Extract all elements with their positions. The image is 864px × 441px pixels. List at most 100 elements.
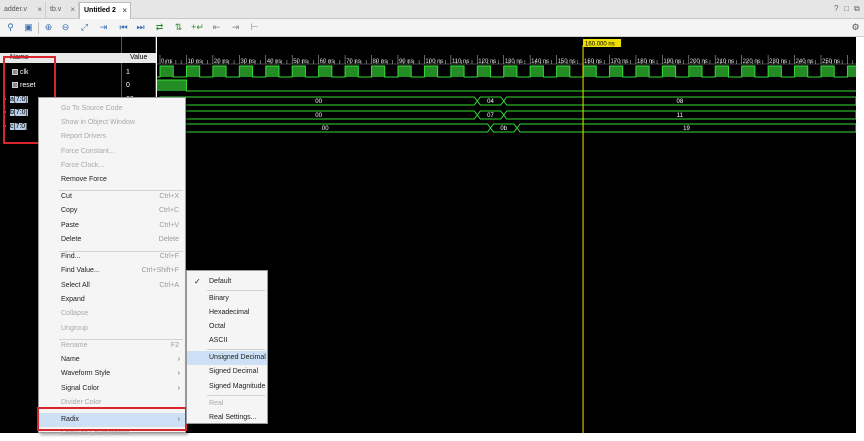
radix-item-real-settings[interactable]: Real Settings...	[187, 411, 267, 425]
menu-item-label: Copy	[61, 207, 78, 214]
ruler-tick-label: 40 ns	[267, 59, 282, 65]
menu-item-copy[interactable]: Copy Ctrl+C	[39, 204, 185, 218]
menu-item-expand[interactable]: Expand	[39, 293, 185, 307]
radix-item-hexadecimal[interactable]: Hexadecimal	[187, 306, 267, 320]
menu-item-label: Remove Force	[61, 176, 107, 183]
radix-item-label: Signed Decimal	[209, 368, 259, 375]
float-icon[interactable]: ⧉	[854, 4, 860, 14]
radix-item-default[interactable]: ✓ Default	[187, 275, 267, 289]
clk-high-fill	[371, 66, 385, 77]
ruler-tick-label: 250 ns	[822, 59, 840, 65]
radix-item-signed-magnitude[interactable]: Signed Magnitude	[187, 380, 267, 394]
radix-item-real: Real	[187, 397, 267, 411]
clk-high-fill	[239, 66, 253, 77]
menu-item-force-clock: Force Clock...	[39, 159, 185, 173]
tab-tb-v[interactable]: tb.v ×	[46, 2, 79, 19]
radix-item-unsigned-decimal[interactable]: Unsigned Decimal	[187, 351, 267, 365]
close-icon[interactable]: ×	[37, 2, 42, 17]
zoom-fit-icon[interactable]: ⤢	[78, 21, 91, 34]
clk-high-fill	[212, 66, 227, 77]
menu-item-remove-force[interactable]: Remove Force	[39, 173, 185, 187]
menu-item-label: Select All	[61, 282, 90, 289]
prev-transition-icon[interactable]: ⇤	[210, 21, 223, 34]
radix-item-ascii[interactable]: ASCII	[187, 334, 267, 348]
menu-item-report-drivers: Report Drivers	[39, 130, 185, 144]
swap-icon[interactable]: ⇄	[153, 21, 166, 34]
zoom-out-icon[interactable]: ⊖	[59, 21, 72, 34]
clk-high-fill	[186, 66, 200, 77]
checkmark-icon: ✓	[194, 277, 201, 286]
close-icon[interactable]: ×	[122, 3, 127, 18]
menu-item-find-value[interactable]: Find Value... Ctrl+Shift+F	[39, 264, 185, 278]
reset-high-fill	[157, 80, 187, 91]
bus-c-value: 0b	[500, 126, 507, 132]
radix-item-label: Real Settings...	[209, 414, 257, 421]
ruler-tick-label: 100 ns	[425, 59, 443, 65]
go-last-icon[interactable]: ⏭	[134, 21, 147, 34]
ruler-tick-label: 110 ns	[452, 59, 470, 65]
snap-icon[interactable]: ⊢	[248, 21, 261, 34]
maximize-icon[interactable]: □	[844, 4, 849, 13]
toolbar-separator	[38, 22, 39, 34]
bus-a-value: 04	[487, 99, 494, 105]
ruler-tick-label: 210 ns	[716, 59, 734, 65]
radix-item-label: ASCII	[209, 337, 228, 344]
save-icon[interactable]: ▣	[22, 21, 35, 34]
help-icon[interactable]: ?	[834, 4, 838, 13]
swap-down-icon[interactable]: ⇅	[172, 21, 185, 34]
menu-item-delete[interactable]: Delete Delete	[39, 233, 185, 247]
add-cursor-icon[interactable]: +↵	[191, 21, 204, 34]
ruler-tick-label: 160 ns	[584, 59, 602, 65]
menu-item-find[interactable]: Find... Ctrl+F	[39, 250, 185, 264]
search-icon[interactable]: ⚲	[4, 21, 17, 34]
menu-item-paste[interactable]: Paste Ctrl+V	[39, 219, 185, 233]
ruler-tick-label: 60 ns	[320, 59, 335, 65]
submenu-arrow-icon: ›	[177, 356, 180, 363]
clk-high-fill	[450, 66, 465, 77]
radix-item-binary[interactable]: Binary	[187, 292, 267, 306]
menu-item-label: Find Value...	[61, 267, 100, 274]
zoom-in-icon[interactable]: ⊕	[42, 21, 55, 34]
menu-item-collapse: Collapse	[39, 307, 185, 321]
bus-c-value: 00	[322, 126, 329, 132]
tab-adder-v[interactable]: adder.v ×	[0, 2, 46, 19]
menu-item-force-constant: Force Constant...	[39, 145, 185, 159]
menu-separator	[207, 395, 265, 396]
signal-value: 0	[126, 82, 130, 89]
menu-shortcut: Ctrl+C	[158, 207, 179, 214]
submenu-arrow-icon: ›	[177, 385, 180, 392]
radix-item-label: Unsigned Decimal	[209, 354, 266, 361]
ruler-tick-label: 200 ns	[690, 59, 708, 65]
next-transition-icon[interactable]: ⇥	[229, 21, 242, 34]
value-column-header[interactable]: Value	[122, 53, 156, 63]
menu-item-select-all[interactable]: Select All Ctrl+A	[39, 279, 185, 293]
go-first-icon[interactable]: ⏮	[117, 21, 130, 34]
editor-tab-bar: adder.v × tb.v × Untitled 2 × ? □ ⧉	[0, 0, 864, 19]
menu-shortcut: Ctrl+A	[159, 282, 179, 289]
bus-b-value: 11	[677, 113, 684, 119]
ruler-tick-label: 190 ns	[663, 59, 681, 65]
menu-item-label: Ungroup	[61, 325, 88, 332]
clk-high-fill	[662, 66, 676, 77]
menu-item-waveform-style[interactable]: Waveform Style ›	[39, 367, 185, 381]
bus-a-value: 08	[677, 99, 684, 105]
gear-icon[interactable]: ⚙	[849, 21, 862, 34]
menu-shortcut: Ctrl+V	[159, 222, 179, 229]
add-marker-icon[interactable]: ⇥	[97, 21, 110, 34]
radix-item-octal[interactable]: Octal	[187, 320, 267, 334]
menu-item-label: Force Clock...	[61, 162, 105, 169]
submenu-arrow-icon: ›	[177, 370, 180, 377]
clk-high-fill	[556, 66, 570, 77]
radix-item-label: Signed Magnitude	[209, 383, 266, 390]
menu-item-cut[interactable]: Cut Ctrl+X	[39, 190, 185, 204]
menu-item-ungroup: Ungroup	[39, 322, 185, 336]
bus-b-value: 00	[315, 113, 322, 119]
menu-item-name[interactable]: Name ›	[39, 353, 185, 367]
context-menu: Go To Source Code Show in Object Window Re…	[38, 97, 186, 437]
menu-item-signal-color[interactable]: Signal Color ›	[39, 382, 185, 396]
close-icon[interactable]: ×	[70, 2, 75, 17]
radix-item-signed-decimal[interactable]: Signed Decimal	[187, 365, 267, 379]
tab-untitled-2[interactable]: Untitled 2 ×	[79, 2, 131, 19]
tab-label: adder.v	[4, 6, 27, 13]
menu-item-label: Signal Color	[61, 385, 100, 392]
